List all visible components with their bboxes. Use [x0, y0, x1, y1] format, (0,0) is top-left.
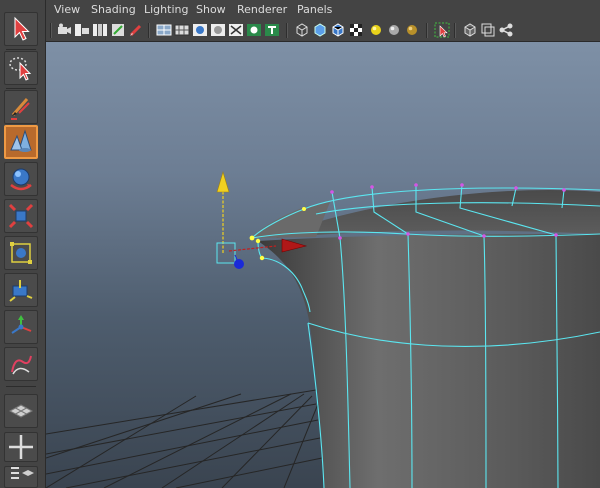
default-light-button[interactable] [386, 22, 402, 38]
move-tool-button[interactable] [4, 310, 38, 344]
viewport-canvas [46, 170, 600, 488]
paint-select-tool-button[interactable] [4, 90, 38, 124]
textured-button[interactable] [246, 22, 262, 38]
flat-shade-button[interactable] [210, 22, 226, 38]
wire-shaded-cube-icon [332, 23, 344, 37]
panel-toolbar [46, 20, 600, 42]
ground-grid [46, 389, 323, 488]
menu-lighting[interactable]: Lighting [144, 3, 188, 16]
outliner-layout-button[interactable] [4, 466, 38, 488]
menu-panels[interactable]: Panels [297, 3, 332, 16]
universal-manip-icon [10, 242, 32, 264]
universal-manipulator-button[interactable] [4, 236, 38, 270]
shaded-sphere-icon [193, 24, 207, 36]
use-all-lights-button[interactable] [368, 22, 384, 38]
select-arrow-icon [14, 16, 30, 41]
soft-select-tool-button[interactable] [4, 125, 38, 159]
share-graph-button[interactable] [498, 22, 514, 38]
outliner-icon [11, 467, 34, 479]
xray-joints-button[interactable] [480, 22, 496, 38]
wireframe-icon [156, 24, 172, 36]
cone-icon [10, 129, 32, 152]
grid-plane-icon [8, 404, 34, 418]
camera-bookmarks-button[interactable] [74, 22, 90, 38]
curve-icon [11, 355, 32, 375]
maya-window: View Shading Lighting Show Renderer Pane… [0, 0, 600, 488]
xray-joint-icon [481, 23, 495, 37]
camera-icon [58, 23, 71, 34]
texture-icon [247, 24, 261, 36]
panel-menu-bar: View Shading Lighting Show Renderer Pane… [46, 0, 600, 20]
grid-shade-icon [174, 24, 190, 36]
wire-cube-icon [296, 23, 308, 37]
yellow-light-icon [371, 25, 381, 35]
shaded-button[interactable] [192, 22, 208, 38]
xray-cube-icon [464, 23, 476, 37]
checker-icon [350, 24, 362, 36]
camera-attributes-button[interactable] [56, 22, 72, 38]
isolate-arrow-icon [434, 22, 450, 38]
manipulator-icon [9, 280, 33, 302]
wireframe-on-shaded-button[interactable] [330, 22, 346, 38]
select-tool-button[interactable] [4, 12, 38, 46]
paint-brush-icon [11, 98, 30, 120]
lasso-icon [9, 57, 32, 81]
node-graph-icon [499, 23, 513, 37]
isolate-select-button[interactable] [434, 22, 450, 38]
rotate-tool-button[interactable] [4, 162, 38, 196]
show-manipulator-button[interactable] [4, 273, 38, 307]
gold-light-icon [407, 25, 417, 35]
smooth-shade-all-button[interactable] [312, 22, 328, 38]
bounding-box-button[interactable] [228, 22, 244, 38]
toolbox [0, 0, 46, 488]
xray-button[interactable] [462, 22, 478, 38]
lasso-tool-button[interactable] [4, 51, 38, 85]
scale-tool-button[interactable] [4, 199, 38, 233]
smooth-shade-button[interactable] [174, 22, 190, 38]
shadows-button[interactable] [404, 22, 420, 38]
menu-show[interactable]: Show [196, 3, 226, 16]
four-view-icon [9, 435, 33, 459]
2d-pan-zoom-button[interactable] [110, 22, 126, 38]
bookmark-camera-icon [75, 24, 89, 36]
pan-zoom-icon [112, 24, 124, 36]
wireframe-button[interactable] [156, 22, 172, 38]
curve-tool-button[interactable] [4, 347, 38, 381]
textured-all-button[interactable] [348, 22, 364, 38]
menu-shading[interactable]: Shading [91, 3, 136, 16]
text-button[interactable] [264, 22, 280, 38]
shaded-cube-icon [314, 23, 326, 37]
grease-pencil-button[interactable] [128, 22, 144, 38]
image-plane-button[interactable] [92, 22, 108, 38]
text-t-icon [265, 24, 279, 36]
single-perspective-layout-button[interactable] [4, 394, 38, 428]
pencil-icon [129, 24, 142, 37]
flat-sphere-icon [211, 24, 225, 36]
menu-view[interactable]: View [54, 3, 80, 16]
four-view-layout-button[interactable] [4, 432, 38, 462]
cube-scale-icon [8, 203, 34, 229]
perspective-viewport[interactable] [46, 42, 600, 488]
image-plane-icon [93, 24, 107, 36]
move-axes-icon [11, 315, 32, 334]
grey-light-icon [389, 25, 399, 35]
sphere-rotate-icon [10, 168, 32, 191]
wireframe-cube-button[interactable] [294, 22, 310, 38]
x-box-icon [229, 24, 243, 36]
menu-renderer[interactable]: Renderer [237, 3, 287, 16]
